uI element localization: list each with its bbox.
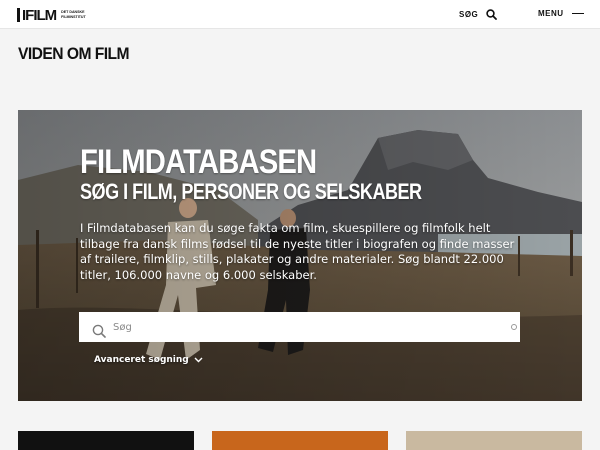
dfi-logo[interactable]: IFILM DET DANSKE FILMINSTITUT — [17, 5, 87, 25]
advanced-search-label: Avanceret søgning — [94, 355, 189, 365]
search-input[interactable] — [113, 321, 493, 333]
hero-subtitle: SØG I FILM, PERSONER OG SELSKABER — [80, 179, 422, 204]
advanced-search-toggle[interactable]: Avanceret søgning — [94, 355, 203, 365]
page-title: VIDEN OM FILM — [18, 44, 130, 63]
header-search-button[interactable]: SØG — [459, 9, 498, 20]
top-bar: IFILM DET DANSKE FILMINSTITUT SØG MENU — [0, 0, 600, 29]
logo-mark: IFILM — [17, 7, 57, 23]
header-menu-label: MENU — [538, 9, 564, 18]
header-search-label: SØG — [459, 10, 479, 19]
search-icon — [92, 324, 106, 338]
teaser-card-2[interactable] — [212, 431, 388, 450]
hero-title: FILMDATABASEN — [80, 143, 317, 181]
search-icon — [486, 9, 498, 20]
teaser-card-1[interactable] — [18, 431, 194, 450]
filmdatabase-search-field[interactable] — [79, 312, 520, 342]
teaser-card-3[interactable] — [406, 431, 582, 450]
search-clear-icon[interactable] — [511, 324, 517, 330]
filmdatabase-hero: FILMDATABASEN SØG I FILM, PERSONER OG SE… — [18, 110, 582, 401]
menu-icon — [571, 12, 584, 15]
hero-description: I Filmdatabasen kan du søge fakta om fil… — [80, 221, 515, 282]
header-menu-button[interactable]: MENU — [538, 9, 584, 18]
hero-content: FILMDATABASEN SØG I FILM, PERSONER OG SE… — [80, 145, 520, 283]
logo-subtitle: DET DANSKE FILMINSTITUT — [61, 10, 86, 19]
chevron-down-icon — [194, 357, 203, 363]
